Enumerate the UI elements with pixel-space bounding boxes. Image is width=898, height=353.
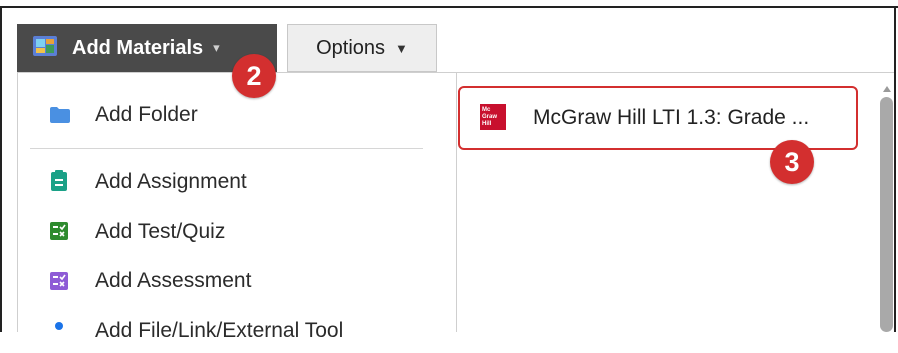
menu-item-add-test-quiz[interactable]: Add Test/Quiz <box>18 210 418 254</box>
menu-item-add-assessment[interactable]: Add Assessment <box>18 259 418 303</box>
menu-item-add-folder[interactable]: Add Folder <box>18 93 418 137</box>
file-link-icon <box>49 319 69 337</box>
callout-badge-3: 3 <box>770 140 814 184</box>
menu-item-label: Add Assignment <box>95 170 247 193</box>
menu-item-label: Add Folder <box>95 103 198 126</box>
options-button[interactable]: Options ▼ <box>287 24 437 72</box>
menu-item-add-assignment[interactable]: Add Assignment <box>18 160 418 204</box>
window-frame-left <box>0 6 2 332</box>
window-frame-right <box>894 6 896 332</box>
folder-icon <box>49 106 71 129</box>
menu-item-label: Add Assessment <box>95 269 252 292</box>
window-frame-top <box>0 6 898 8</box>
assignment-icon <box>49 170 69 197</box>
options-label: Options <box>316 36 386 59</box>
scrollbar-thumb[interactable] <box>880 97 893 332</box>
callout-badge-2: 2 <box>232 54 276 98</box>
add-materials-label: Add Materials <box>72 36 204 59</box>
add-materials-icon <box>32 35 58 62</box>
assessment-icon <box>49 271 69 296</box>
panel-divider <box>456 72 457 332</box>
scroll-up-arrow-icon[interactable] <box>881 82 893 94</box>
menu-divider <box>30 148 423 149</box>
test-quiz-icon <box>49 221 69 246</box>
menu-item-label: Add Test/Quiz <box>95 220 226 243</box>
menu-item-add-file-link[interactable]: Add File/Link/External Tool <box>18 309 418 353</box>
menu-item-label: Add File/Link/External Tool <box>95 319 344 342</box>
caret-down-icon: ▼ <box>395 40 408 56</box>
chevron-down-icon: ▾ <box>213 40 220 55</box>
mcgraw-hill-logo: Mc Graw Hill <box>480 104 506 130</box>
result-item-label: McGraw Hill LTI 1.3: Grade ... <box>533 106 810 129</box>
